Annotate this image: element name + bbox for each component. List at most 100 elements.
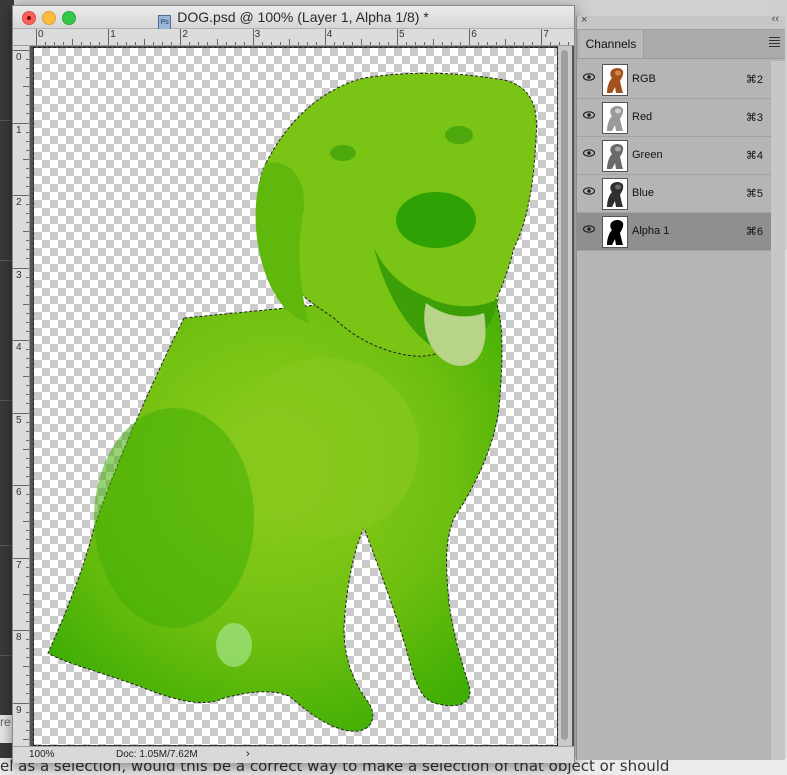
ruler-tick (26, 68, 29, 70)
ruler-tick (171, 42, 173, 45)
ruler-tick (387, 42, 389, 45)
ruler-tick (26, 566, 29, 568)
ruler-tick (505, 39, 507, 45)
ruler-tick (23, 376, 29, 378)
channel-label: Green (632, 149, 663, 161)
panel-tab-bar: Channels (577, 30, 785, 59)
ruler-v-label: 9 (16, 704, 22, 716)
ruler-tick (26, 330, 29, 332)
ruler-tick (26, 285, 29, 287)
ruler-tick (13, 50, 29, 51)
ruler-tick (26, 213, 29, 215)
ruler-tick (26, 140, 29, 142)
ruler-origin[interactable] (13, 29, 30, 46)
ruler-tick (26, 77, 29, 79)
ruler-tick (26, 167, 29, 169)
ruler-tick (26, 403, 29, 405)
panel-menu-icon[interactable] (769, 35, 780, 49)
window-titlebar[interactable]: Ps DOG.psd @ 100% (Layer 1, Alpha 1/8) * (13, 6, 574, 30)
ruler-tick (315, 42, 317, 45)
ruler-tick (26, 657, 29, 659)
channel-label: RGB (632, 73, 656, 85)
ruler-tick (333, 42, 335, 45)
ruler-tick (13, 485, 29, 486)
ruler-tick (406, 42, 408, 45)
ruler-tick (26, 204, 29, 206)
ruler-h-label: 7 (543, 29, 549, 40)
ruler-tick (342, 42, 344, 45)
ruler-tick (26, 421, 29, 423)
ruler-tick (23, 666, 29, 668)
ruler-tick (26, 602, 29, 604)
ruler-tick (26, 113, 29, 115)
canvas-area[interactable] (30, 46, 574, 746)
ruler-tick (26, 584, 29, 586)
ruler-tick (26, 466, 29, 468)
ruler-tick (13, 195, 29, 196)
ruler-tick (26, 249, 29, 251)
ruler-tick (478, 42, 480, 45)
status-menu-arrow-icon[interactable]: › (246, 748, 250, 760)
visibility-eye-icon[interactable] (583, 73, 595, 81)
ruler-tick (26, 185, 29, 187)
panel-scrollbar[interactable] (771, 61, 785, 760)
ruler-tick (162, 42, 164, 45)
ruler-tick (26, 104, 29, 106)
ruler-tick (13, 412, 29, 414)
channel-shortcut: ⌘3 (745, 112, 763, 124)
channel-thumbnail (602, 140, 628, 172)
ruler-tick (26, 276, 29, 278)
channel-thumbnail (602, 178, 628, 210)
visibility-eye-icon[interactable] (583, 149, 595, 157)
channel-row-blue[interactable]: Blue ⌘5 (577, 175, 771, 213)
ruler-tick (72, 39, 74, 45)
ruler-tick (26, 539, 29, 541)
ruler-tick (324, 29, 326, 45)
channel-row-red[interactable]: Red ⌘3 (577, 99, 771, 137)
dog-right-eye (445, 126, 473, 144)
ruler-tick (234, 42, 236, 45)
ruler-tick (189, 42, 191, 45)
scrollbar-thumb[interactable] (561, 50, 568, 740)
visibility-eye-icon[interactable] (583, 187, 595, 195)
ruler-v-label: 2 (16, 197, 22, 208)
ruler-tick (23, 448, 29, 450)
vertical-ruler[interactable]: 0 1 2 3 4 5 6 7 8 9 (13, 46, 30, 746)
ruler-h-label: 5 (399, 29, 405, 40)
ruler-tick (541, 29, 543, 45)
panel-close-icon[interactable]: × (581, 14, 587, 26)
ruler-tick (45, 42, 47, 45)
horizontal-ruler[interactable]: 0 1 2 3 4 5 6 7 (29, 29, 574, 46)
channel-row-green[interactable]: Green ⌘4 (577, 137, 771, 175)
document-canvas[interactable] (33, 47, 558, 746)
ruler-tick (26, 367, 29, 369)
zoom-level-field[interactable]: 100% (29, 749, 55, 760)
ruler-tick (26, 575, 29, 577)
ruler-tick (243, 42, 245, 45)
ruler-v-label: 8 (16, 632, 22, 643)
channel-row-alpha-1[interactable]: Alpha 1 ⌘6 (577, 213, 771, 251)
ruler-tick (26, 512, 29, 514)
tab-channels[interactable]: Channels (579, 30, 644, 58)
ruler-tick (559, 42, 561, 45)
vertical-scrollbar[interactable] (558, 46, 572, 746)
ruler-v-label: 0 (16, 52, 22, 63)
channel-shortcut: ⌘2 (745, 74, 763, 86)
ruler-tick (26, 457, 29, 459)
ruler-tick (108, 29, 110, 45)
ruler-tick (180, 29, 182, 45)
ruler-tick (460, 42, 462, 45)
visibility-eye-icon[interactable] (583, 225, 595, 233)
ruler-tick (26, 530, 29, 532)
channel-thumbnail (602, 64, 628, 96)
ruler-tick (351, 42, 353, 45)
ruler-tick (26, 321, 29, 323)
visibility-eye-icon[interactable] (583, 111, 595, 119)
ruler-tick (26, 639, 29, 641)
ruler-h-label: 3 (254, 29, 261, 40)
channel-row-rgb[interactable]: RGB ⌘2 (577, 61, 771, 99)
panel-collapse-icon[interactable]: ‹‹ (772, 13, 779, 25)
ruler-tick (26, 711, 29, 713)
channels-panel: × ‹‹ Channels RGB ⌘2 Red ⌘3 Green ⌘4 Blue ⌘5 Alp… (576, 13, 785, 760)
ruler-v-label: 3 (16, 269, 22, 281)
